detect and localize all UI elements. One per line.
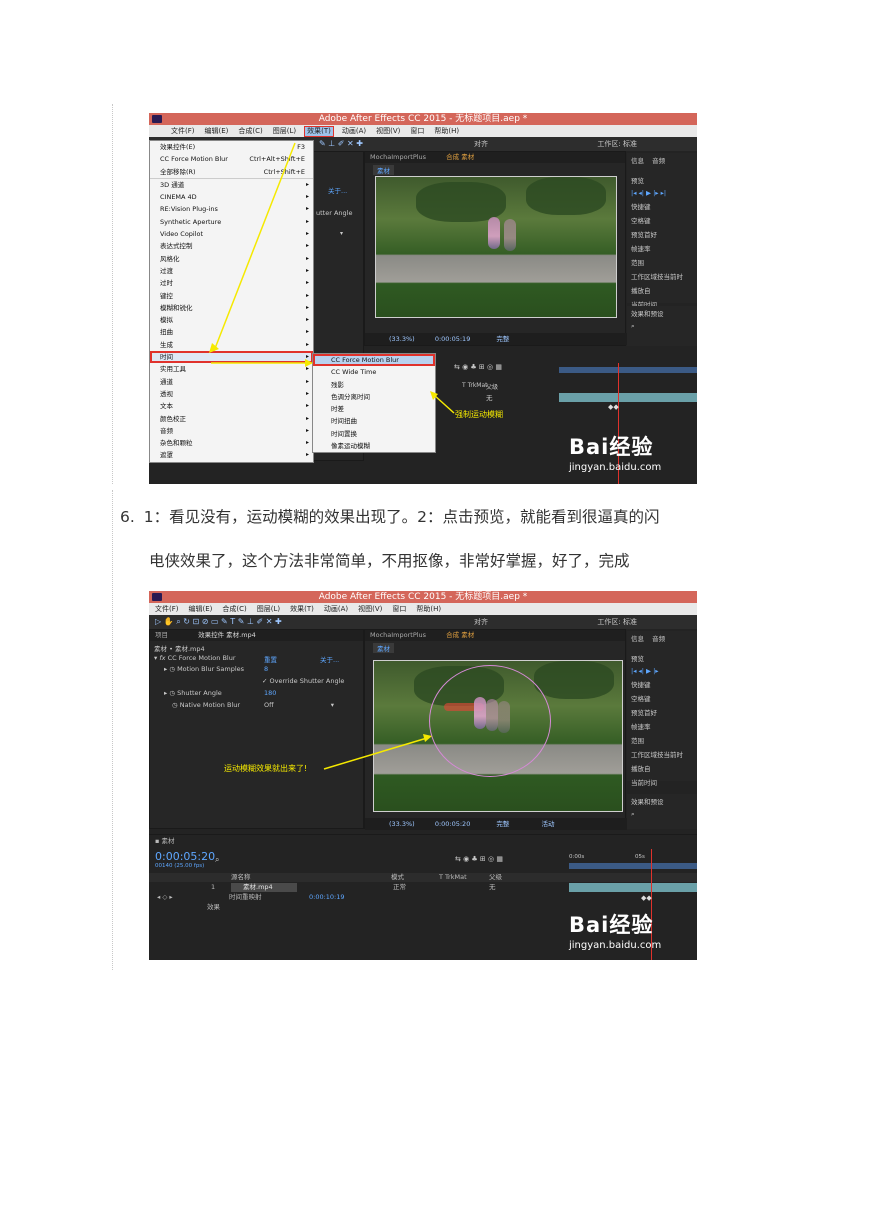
arrow-head <box>423 734 432 742</box>
baidu-watermark: Bai经验 jingyan.baidu.com <box>569 909 661 951</box>
arrow-head <box>430 391 438 400</box>
step-6: 6. 1：看见没有，运动模糊的效果出现了。2：点击预览，就能看到很逼真的闪 <box>120 498 659 536</box>
arrow-menu-to-time <box>213 142 296 352</box>
arrow-label-to-item <box>433 394 455 414</box>
watermark-brand: Bai经验 <box>569 435 654 459</box>
arrow-head <box>209 343 219 353</box>
arrow-label-to-blur <box>323 737 428 770</box>
step-line-2: 电侠效果了，这个方法非常简单，不用抠像，非常好掌握，好了，完成 <box>149 552 630 570</box>
screenshot-ae-effects-menu: Adobe After Effects CC 2015 - 无标题项目.aep … <box>149 113 697 484</box>
watermark-url: jingyan.baidu.com <box>569 462 662 473</box>
arrow-head <box>305 359 313 367</box>
step-number: 6. <box>120 508 135 526</box>
baidu-watermark: Bai经验 jingyan.baidu.com <box>569 431 661 473</box>
annotation-arrows <box>323 734 432 770</box>
watermark-brand: Bai经验 <box>569 913 654 937</box>
annotation-blur-result: 运动模糊效果就出来了! <box>224 764 308 773</box>
annotation-force-blur: 强制运动模糊 <box>455 410 503 419</box>
step-line-1: 1：看见没有，运动模糊的效果出现了。2：点击预览，就能看到很逼真的闪 <box>143 508 660 526</box>
dotted-guide-bottom <box>112 490 113 970</box>
annotation-arrows <box>209 142 455 414</box>
screenshot-ae-motion-blur-result: Adobe After Effects CC 2015 - 无标题项目.aep … <box>149 591 697 960</box>
dotted-guide-top <box>112 104 113 484</box>
step-6-continued: 电侠效果了，这个方法非常简单，不用抠像，非常好掌握，好了，完成 <box>149 542 630 580</box>
watermark-url: jingyan.baidu.com <box>569 940 662 951</box>
